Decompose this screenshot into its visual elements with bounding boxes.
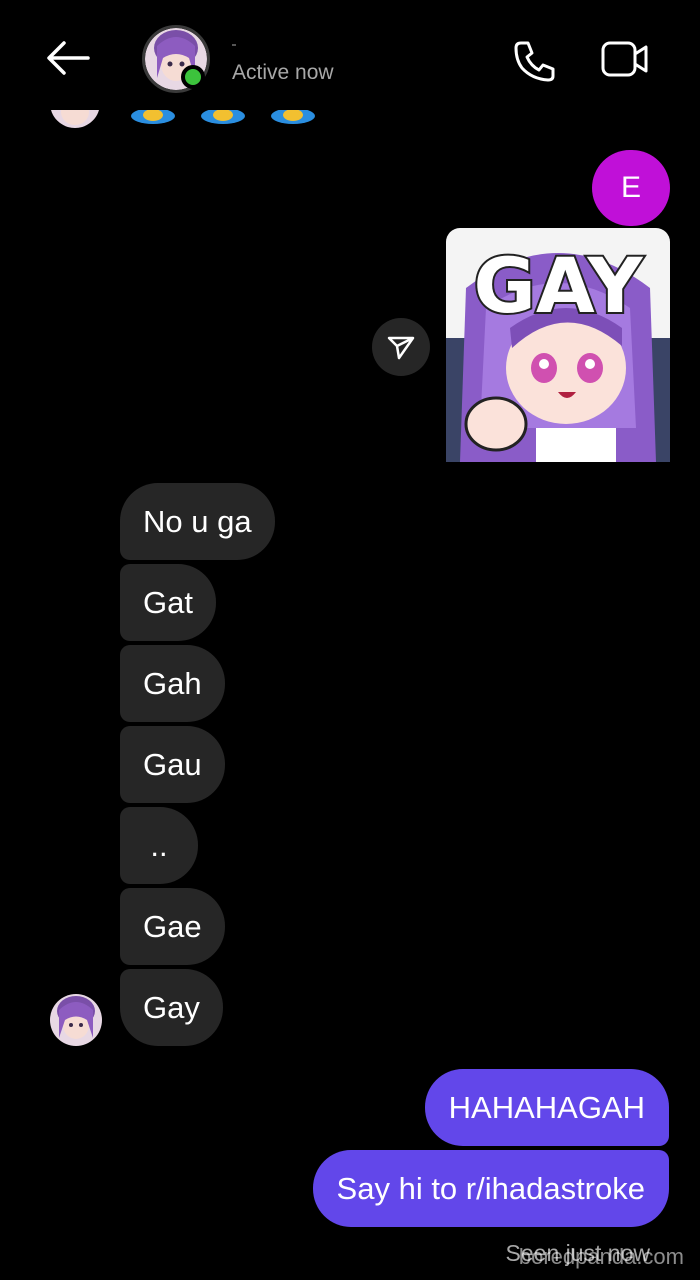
sender-avatar[interactable] — [50, 994, 102, 1046]
back-arrow-icon — [47, 41, 90, 75]
anime-sticker[interactable]: GAY — [446, 228, 670, 462]
incoming-message-bubble[interactable]: Gay — [120, 969, 223, 1046]
watermark: boredpanda.com — [518, 1244, 684, 1269]
back-button[interactable] — [44, 38, 92, 78]
contact-name — [232, 44, 236, 46]
incoming-message-bubble[interactable]: Gae — [120, 888, 225, 965]
video-camera-icon — [601, 41, 648, 77]
sticker-caption: GAY — [474, 241, 644, 330]
incoming-message-bubble[interactable]: .. — [120, 807, 198, 884]
outgoing-message-bubble[interactable]: HAHAHAGAH — [424, 1069, 669, 1146]
audio-call-button[interactable] — [512, 38, 558, 84]
share-button[interactable] — [372, 318, 430, 376]
outgoing-message-bubble[interactable]: E — [592, 150, 670, 226]
online-status-dot — [181, 65, 205, 89]
chat-header: Active now — [0, 0, 700, 110]
video-call-button[interactable] — [600, 38, 650, 80]
phone-icon — [514, 41, 555, 82]
send-arrow-icon — [387, 336, 415, 360]
active-status: Active now — [232, 61, 334, 84]
incoming-message-bubble[interactable]: No u ga — [120, 483, 275, 560]
incoming-message-bubble[interactable]: Gau — [120, 726, 225, 803]
incoming-message-bubble[interactable]: Gat — [120, 564, 216, 641]
outgoing-message-bubble[interactable]: Say hi to r/ihadastroke — [312, 1150, 669, 1227]
incoming-message-bubble[interactable]: Gah — [120, 645, 225, 722]
